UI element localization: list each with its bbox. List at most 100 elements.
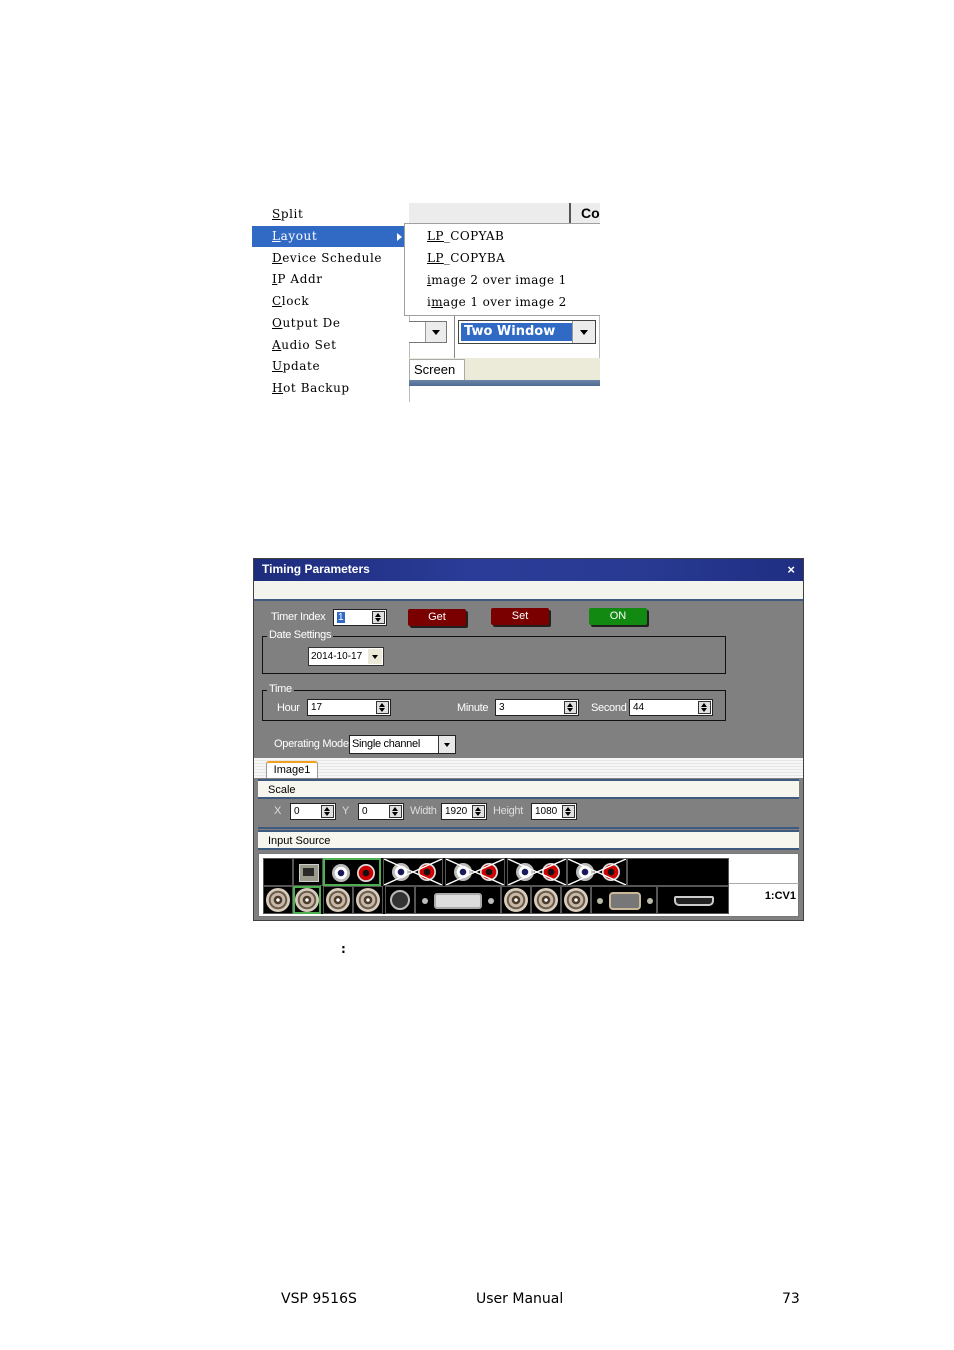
timer-index-spinner[interactable]: 1: [333, 609, 387, 626]
port-bnc[interactable]: [561, 886, 591, 914]
submenu-item-image1-over-image2[interactable]: image 1 over image 2: [427, 292, 567, 313]
caption-fragment: :: [341, 942, 346, 956]
spinner-arrows-icon[interactable]: [564, 701, 577, 714]
rca-red-icon: [357, 864, 375, 882]
menu-item-hot-backup[interactable]: Hot Backup: [252, 378, 404, 399]
y-spinner[interactable]: 0: [358, 803, 404, 820]
port-rca-disabled[interactable]: [507, 858, 567, 886]
chevron-down-icon: [432, 330, 440, 335]
divider: [729, 883, 799, 884]
bnc-connector-icon: [504, 888, 528, 912]
background-dropdown[interactable]: [409, 321, 447, 343]
disabled-x-icon: [568, 859, 626, 885]
disabled-x-icon: [384, 859, 442, 885]
bnc-connector-icon: [356, 888, 380, 912]
close-icon[interactable]: ×: [787, 562, 795, 577]
background-panel: [409, 386, 600, 402]
submenu-item-lp-copyab[interactable]: LP_COPYAB: [427, 226, 504, 247]
port-dvi[interactable]: [415, 886, 501, 914]
dropdown-button[interactable]: [438, 736, 455, 753]
spinner-arrows-icon[interactable]: [562, 805, 575, 818]
scale-panel: X 0 Y 0 Width 1920 Height 1080: [258, 799, 799, 829]
y-label: Y: [342, 805, 350, 817]
chevron-down-icon: [372, 654, 378, 659]
input-port-grid: [263, 858, 729, 914]
screw-icon: [488, 898, 494, 904]
spinner-arrows-icon[interactable]: [389, 805, 402, 818]
bnc-connector-icon: [326, 888, 350, 912]
window-mode-dropdown[interactable]: Two Window: [458, 320, 596, 344]
port-displayport[interactable]: [657, 886, 729, 914]
tab-screen[interactable]: Screen: [409, 359, 465, 381]
height-label: Height: [493, 805, 523, 817]
port-cvbs-selected[interactable]: [323, 858, 381, 886]
height-spinner[interactable]: 1080: [531, 803, 577, 820]
set-button[interactable]: Set: [491, 608, 549, 625]
spinner-arrows-icon[interactable]: [372, 611, 385, 624]
dropdown-button[interactable]: [425, 322, 446, 342]
submenu-arrow-icon: [397, 233, 402, 241]
port-bnc[interactable]: [263, 886, 293, 914]
date-dropdown-button[interactable]: [368, 649, 382, 664]
port-s-video[interactable]: [385, 886, 415, 914]
spinner-arrows-icon[interactable]: [321, 805, 334, 818]
operating-mode-select[interactable]: Single channel: [349, 735, 456, 754]
footer-page-number: 73: [782, 1291, 800, 1307]
on-button[interactable]: ON: [589, 608, 647, 625]
footer-product: VSP 9516S: [281, 1291, 357, 1307]
port-ethernet[interactable]: [293, 858, 323, 886]
menu-item-output-de[interactable]: Output De: [252, 313, 404, 334]
second-spinner[interactable]: 44: [629, 699, 713, 716]
date-picker[interactable]: 2014-10-17: [308, 647, 384, 666]
x-spinner[interactable]: 0: [290, 803, 336, 820]
disabled-x-icon: [508, 859, 566, 885]
width-label: Width: [410, 805, 437, 817]
s-video-icon: [390, 890, 410, 910]
port-bnc[interactable]: [323, 886, 353, 914]
minute-spinner[interactable]: 3: [495, 699, 579, 716]
menu-item-device-schedule[interactable]: Device Schedule: [252, 248, 404, 269]
menu-item-audio-set[interactable]: Audio Set: [252, 335, 404, 356]
port-rca-disabled[interactable]: [383, 858, 443, 886]
spinner-arrows-icon[interactable]: [472, 805, 485, 818]
background-header-row: Co: [409, 203, 600, 224]
dvi-icon: [434, 893, 482, 909]
hour-spinner[interactable]: 17: [307, 699, 391, 716]
screw-icon: [422, 898, 428, 904]
ethernet-icon: [299, 864, 319, 882]
column-separator: [569, 203, 571, 223]
port-bnc[interactable]: [501, 886, 531, 914]
port-vga[interactable]: [591, 886, 657, 914]
port-bnc-selected[interactable]: [293, 886, 321, 914]
tab-image1[interactable]: Image1: [266, 761, 318, 778]
x-label: X: [274, 805, 282, 817]
menu-item-ip-addr[interactable]: IP Addr: [252, 269, 404, 290]
footer-title: User Manual: [476, 1291, 564, 1307]
disabled-x-icon: [446, 859, 504, 885]
time-group: Time Hour 17 Minute 3 Second 44: [262, 683, 726, 721]
width-spinner[interactable]: 1920: [441, 803, 487, 820]
menu-item-update[interactable]: Update: [252, 356, 404, 377]
chevron-down-icon: [580, 330, 588, 335]
menu-item-split[interactable]: Split: [252, 204, 404, 225]
port-bnc[interactable]: [531, 886, 561, 914]
spinner-arrows-icon[interactable]: [698, 701, 711, 714]
port-rca-disabled[interactable]: [567, 858, 627, 886]
dialog-title: Timing Parameters: [262, 562, 370, 576]
menu-item-layout[interactable]: Layout: [252, 226, 404, 247]
spinner-arrows-icon[interactable]: [376, 701, 389, 714]
date-settings-group: Date Settings 2014-10-17: [262, 629, 726, 674]
port-rca-disabled[interactable]: [445, 858, 505, 886]
dropdown-button[interactable]: [572, 321, 595, 343]
layout-submenu: LP_COPYAB LP_COPYBA image 2 over image 1…: [404, 223, 600, 316]
port-bnc[interactable]: [353, 886, 383, 914]
submenu-item-lp-copyba[interactable]: LP_COPYBA: [427, 248, 505, 269]
image-tab-strip: [254, 758, 803, 778]
displayport-icon: [674, 896, 714, 906]
operating-mode-label: Operating Mode: [274, 738, 349, 750]
bnc-connector-icon: [295, 888, 319, 912]
submenu-item-image2-over-image1[interactable]: image 2 over image 1: [427, 270, 567, 291]
get-button[interactable]: Get: [408, 609, 466, 626]
menu-item-clock[interactable]: Clock: [252, 291, 404, 312]
timing-parameters-dialog: Timing Parameters × Timer Index 1 Get Se…: [253, 558, 804, 921]
